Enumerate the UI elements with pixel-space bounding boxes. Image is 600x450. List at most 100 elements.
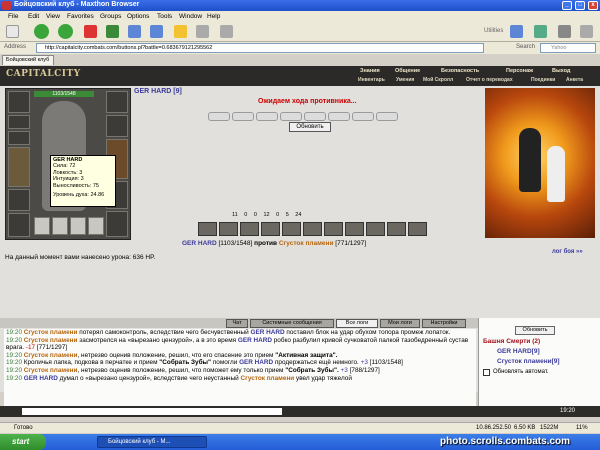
scroll-slot-4[interactable] bbox=[88, 217, 104, 235]
vs-opponent[interactable]: Сгусток пламени bbox=[279, 240, 334, 247]
menu-view[interactable]: View bbox=[46, 13, 60, 20]
chat-nick[interactable]: Сгусток пламени bbox=[24, 337, 78, 344]
ring1-slot[interactable] bbox=[106, 115, 128, 137]
skill-icon-1[interactable] bbox=[198, 222, 217, 236]
utility-icon[interactable] bbox=[510, 25, 523, 38]
chat-nick[interactable]: GER HARD bbox=[239, 359, 273, 366]
menu-options[interactable]: Options bbox=[127, 13, 149, 20]
screen-icon[interactable] bbox=[534, 25, 547, 38]
battle-scroll-4[interactable] bbox=[280, 112, 302, 121]
skill-icon-11[interactable] bbox=[408, 222, 427, 236]
menu-file[interactable]: File bbox=[8, 13, 18, 20]
earring-slot[interactable] bbox=[8, 115, 30, 129]
undo-icon[interactable] bbox=[150, 25, 163, 38]
weapon-slot[interactable] bbox=[8, 147, 30, 187]
skill-icon-6[interactable] bbox=[303, 222, 322, 236]
home-icon[interactable] bbox=[128, 25, 141, 38]
browser-tab[interactable]: Бойцовский клуб bbox=[2, 55, 54, 65]
new-page-icon[interactable] bbox=[6, 25, 19, 38]
nav-knowledge[interactable]: Знания bbox=[360, 68, 380, 74]
player-name[interactable]: GER HARD [9] bbox=[134, 88, 182, 95]
close-button[interactable]: x bbox=[588, 1, 598, 10]
menu-tools[interactable]: Tools bbox=[157, 13, 172, 20]
skill-icon-9[interactable] bbox=[366, 222, 385, 236]
chat-nick[interactable]: GER HARD bbox=[24, 375, 58, 382]
chat-nick[interactable]: GER HARD bbox=[250, 329, 284, 336]
tab-system[interactable]: Системные сообщения bbox=[250, 319, 334, 328]
menu-window[interactable]: Window bbox=[179, 13, 202, 20]
nav-transfers[interactable]: Отчет о переводах bbox=[466, 77, 513, 83]
refresh-icon[interactable] bbox=[106, 25, 119, 38]
search-input[interactable]: Yahoo bbox=[540, 43, 596, 53]
battle-scroll-6[interactable] bbox=[328, 112, 350, 121]
nav-fights[interactable]: Поединки bbox=[531, 77, 555, 83]
skill-icon-4[interactable] bbox=[261, 222, 280, 236]
belt-slot[interactable] bbox=[8, 213, 30, 237]
battle-scroll-8[interactable] bbox=[376, 112, 398, 121]
room-refresh-button[interactable]: Обновить bbox=[515, 326, 555, 335]
battle-scroll-3[interactable] bbox=[256, 112, 278, 121]
maximize-button[interactable]: □ bbox=[575, 1, 585, 10]
nav-communication[interactable]: Общение bbox=[395, 68, 420, 74]
skill-icon-5[interactable] bbox=[282, 222, 301, 236]
nav-exit[interactable]: Выход bbox=[552, 68, 570, 74]
tab-my-logs[interactable]: Мои логи bbox=[380, 319, 420, 328]
room-member[interactable]: Сгусток пламени[9] bbox=[497, 358, 560, 365]
battle-scroll-7[interactable] bbox=[352, 112, 374, 121]
split-icon[interactable] bbox=[220, 25, 233, 38]
stop-icon[interactable] bbox=[84, 25, 97, 38]
chat-nick[interactable]: Сгусток пламени bbox=[24, 352, 78, 359]
scroll-slot-3[interactable] bbox=[70, 217, 86, 235]
taskbar-item[interactable]: Бойцовский клуб - M... bbox=[97, 436, 207, 448]
menu-groups[interactable]: Groups bbox=[100, 13, 121, 20]
helmet-slot[interactable] bbox=[8, 91, 30, 113]
scroll-slot-1[interactable] bbox=[34, 217, 50, 235]
back-icon[interactable] bbox=[34, 24, 49, 39]
minimize-button[interactable]: _ bbox=[562, 1, 572, 10]
armor-slot[interactable] bbox=[8, 189, 30, 211]
scroll-slot-2[interactable] bbox=[52, 217, 68, 235]
nav-profile[interactable]: Анкета bbox=[566, 77, 583, 83]
auto-refresh-checkbox[interactable] bbox=[483, 369, 490, 376]
vs-word: против bbox=[254, 240, 278, 247]
tools-icon[interactable] bbox=[558, 25, 571, 38]
tab-all-logs[interactable]: Все логи bbox=[336, 319, 378, 328]
battle-scroll-1[interactable] bbox=[208, 112, 230, 121]
battle-log-link[interactable]: лог боя »» bbox=[552, 249, 583, 255]
group-icon[interactable] bbox=[196, 25, 209, 38]
boots-slot[interactable] bbox=[106, 211, 128, 237]
url-field[interactable]: http://capitalcity.combats.com/buttons.p… bbox=[36, 43, 484, 53]
favorites-icon[interactable] bbox=[174, 25, 187, 38]
vs-player[interactable]: GER HARD bbox=[182, 240, 217, 247]
forward-icon[interactable] bbox=[58, 24, 73, 39]
tab-settings[interactable]: Настройки bbox=[422, 319, 466, 328]
tab-chat[interactable]: Чат bbox=[226, 319, 248, 328]
skill-icon-10[interactable] bbox=[387, 222, 406, 236]
battle-scroll-2[interactable] bbox=[232, 112, 254, 121]
nav-inventory[interactable]: Инвентарь bbox=[358, 77, 385, 83]
nav-security[interactable]: Безопасность bbox=[441, 68, 479, 74]
more-icon[interactable] bbox=[580, 25, 593, 38]
amulet-slot[interactable] bbox=[8, 131, 30, 145]
menu-edit[interactable]: Edit bbox=[28, 13, 39, 20]
room-member[interactable]: GER HARD[9] bbox=[497, 348, 540, 355]
skill-icon-7[interactable] bbox=[324, 222, 343, 236]
menu-help[interactable]: Help bbox=[207, 13, 220, 20]
nav-scroll[interactable]: Мой Скролл bbox=[423, 77, 453, 83]
skill-icon-8[interactable] bbox=[345, 222, 364, 236]
chat-input[interactable] bbox=[22, 408, 282, 415]
menu-favorites[interactable]: Favorites bbox=[67, 13, 94, 20]
battle-scroll-5[interactable] bbox=[304, 112, 326, 121]
nav-character[interactable]: Персонаж bbox=[506, 68, 533, 74]
chat-nick[interactable]: GER HARD bbox=[238, 337, 272, 344]
nav-skills[interactable]: Умения bbox=[396, 77, 414, 83]
gloves-slot[interactable] bbox=[106, 91, 128, 113]
utilities-label[interactable]: Utilities bbox=[484, 28, 503, 34]
skill-icon-3[interactable] bbox=[240, 222, 259, 236]
start-button[interactable]: start bbox=[0, 434, 46, 450]
chat-nick[interactable]: Сгусток пламени bbox=[241, 375, 295, 382]
chat-nick[interactable]: Сгусток пламени bbox=[24, 329, 78, 336]
chat-nick[interactable]: Сгусток пламени bbox=[24, 367, 78, 374]
skill-icon-2[interactable] bbox=[219, 222, 238, 236]
refresh-button[interactable]: Обновить bbox=[289, 122, 331, 132]
